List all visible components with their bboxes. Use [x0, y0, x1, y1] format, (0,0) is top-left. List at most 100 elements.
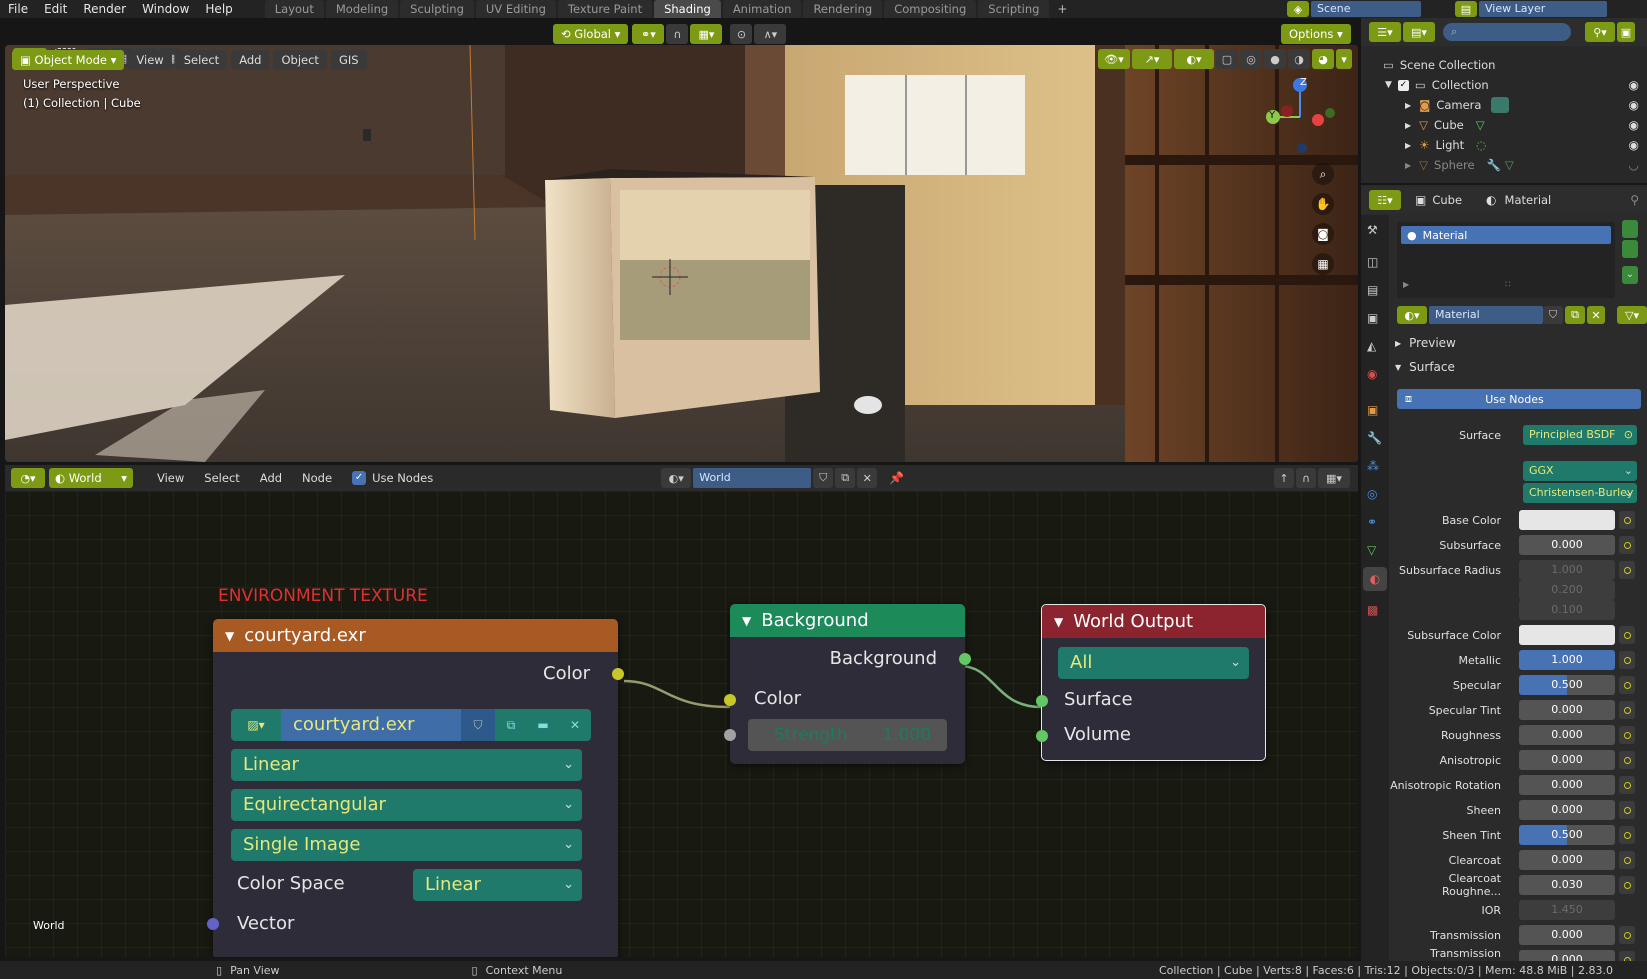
expand-icon[interactable]: ▶ [1405, 141, 1411, 150]
view-layer-tab-icon[interactable]: ▣ [1367, 311, 1383, 327]
pin-icon[interactable]: 📌 [889, 471, 904, 485]
world-name-field[interactable]: World [693, 468, 812, 488]
tab-rendering[interactable]: Rendering [803, 0, 883, 18]
outliner-row-light[interactable]: ▶ ☀ Light ◌ ◉ [1361, 135, 1647, 155]
env-node-header[interactable]: ▼ courtyard.exr [213, 619, 618, 652]
material-slot-row[interactable]: ● Material [1401, 226, 1611, 244]
add-workspace-icon[interactable]: + [1051, 2, 1073, 16]
node-editor-type-icon[interactable]: ◔▾ [11, 468, 45, 488]
preview-panel-header[interactable]: ▶ Preview [1395, 336, 1456, 350]
output-surface-socket[interactable] [1036, 695, 1048, 707]
tab-uv-editing[interactable]: UV Editing [475, 0, 556, 18]
particles-tab-icon[interactable]: ⁂ [1367, 459, 1383, 475]
prop-value-field[interactable]: 0.500 [1519, 825, 1615, 845]
tab-compositing[interactable]: Compositing [884, 0, 977, 18]
surface-panel-header[interactable]: ▼ Surface [1395, 360, 1455, 374]
image-unlink-icon[interactable]: ✕ [559, 709, 591, 741]
unlink-world-icon[interactable]: ✕ [857, 468, 878, 488]
snap-icon[interactable]: ∩ [666, 24, 689, 44]
socket-link-icon[interactable] [1619, 876, 1635, 894]
properties-type-icon[interactable]: ☷▾ [1369, 190, 1401, 210]
view-layer-icon[interactable]: ▤ [1455, 1, 1477, 17]
material-fake-user-icon[interactable]: ⛉ [1543, 306, 1563, 324]
remove-slot-button[interactable] [1622, 240, 1638, 258]
outliner-type-icon[interactable]: ☰▾ [1369, 22, 1401, 42]
socket-link-icon[interactable] [1619, 726, 1635, 744]
socket-link-icon[interactable] [1619, 651, 1635, 669]
prop-value-field[interactable]: 0.000 [1519, 850, 1615, 870]
collapse-icon[interactable]: ▼ [1054, 615, 1063, 629]
output-target-dropdown[interactable]: All ⌄ [1058, 647, 1249, 679]
proportional-edit-icon[interactable]: ⊙ [730, 24, 753, 44]
scene-tab-icon[interactable]: ◭ [1367, 339, 1383, 355]
prop-value-field[interactable]: 0.000 [1519, 535, 1615, 555]
prop-value-field[interactable]: 0.000 [1519, 925, 1615, 945]
prop-value-field[interactable]: 0.030 [1519, 875, 1615, 895]
pivot-icon[interactable]: ⚭▾ [632, 24, 665, 44]
pan-hand-icon[interactable]: ✋ [1312, 193, 1334, 215]
physics-tab-icon[interactable]: ◎ [1367, 487, 1383, 503]
background-node[interactable]: ▼ Background Background Color Strength 1… [724, 604, 971, 764]
tab-sculpting[interactable]: Sculpting [400, 0, 474, 18]
socket-link-icon[interactable] [1619, 926, 1635, 944]
environment-texture-node[interactable]: ▼ courtyard.exr Color ▨▾ courtyard.exr ⛉… [207, 619, 624, 957]
grid-view-icon[interactable]: ▦ [1312, 253, 1334, 275]
prop-value-field[interactable]: 0.000 [1519, 700, 1615, 720]
expand-icon[interactable]: ▼ [1385, 80, 1392, 90]
image-duplicate-icon[interactable]: ⧉ [495, 709, 527, 741]
mesh-data-icon[interactable]: ▽ [1476, 118, 1485, 132]
slot-menu-icon[interactable]: ⌄ [1622, 266, 1638, 284]
socket-link-icon[interactable] [1619, 801, 1635, 819]
source-dropdown[interactable]: Single Image ⌄ [231, 829, 582, 861]
socket-link-icon[interactable] [1619, 851, 1635, 869]
tab-shading[interactable]: Shading [654, 0, 721, 18]
visibility-icon[interactable]: 👁▾ [1098, 49, 1130, 69]
prop-value-field[interactable]: 0.200 [1519, 580, 1615, 600]
fake-user-icon[interactable]: ⛉ [813, 468, 834, 488]
menu-window[interactable]: Window [134, 0, 197, 18]
material-shading-icon[interactable]: ◑ [1288, 49, 1310, 69]
material-tab-icon[interactable]: ◐ [1363, 567, 1387, 591]
socket-link-icon[interactable] [1619, 536, 1635, 554]
camera-view-icon[interactable]: ◙ [1312, 223, 1334, 245]
world-output-node[interactable]: ▼ World Output All ⌄ Surface Volume [1036, 604, 1266, 761]
prop-value-field[interactable] [1519, 625, 1615, 645]
object-mode-dropdown[interactable]: ▣ Object Mode ▾ [12, 50, 125, 70]
prop-value-field[interactable]: 0.000 [1519, 750, 1615, 770]
outliner-search-input[interactable]: ⌕ [1443, 23, 1571, 41]
render-tab-icon[interactable]: ◫ [1367, 255, 1383, 271]
background-input-color-socket[interactable] [724, 694, 736, 706]
transform-orientation-dropdown[interactable]: ⟲ Global ▾ [553, 24, 629, 44]
surface-shader-field[interactable]: Principled BSDF ⊙ [1523, 425, 1637, 445]
background-output-socket[interactable] [959, 653, 971, 665]
strength-field[interactable]: Strength 1.000 [748, 719, 947, 751]
tool-tab-icon[interactable]: ⚒ [1367, 223, 1383, 239]
filter-icon[interactable]: ⚲▾ [1585, 22, 1615, 42]
view-layer-field[interactable]: View Layer [1479, 1, 1607, 17]
prop-value-field[interactable]: 0.000 [1519, 800, 1615, 820]
world-output-node-header[interactable]: ▼ World Output [1042, 605, 1265, 638]
env-output-color-socket[interactable] [612, 668, 624, 680]
image-name-field[interactable]: courtyard.exr [281, 709, 461, 741]
constraints-tab-icon[interactable]: ⚭ [1367, 515, 1383, 531]
output-volume-socket[interactable] [1036, 730, 1048, 742]
outliner-row-camera[interactable]: ▶ ◙ Camera ◉ [1361, 95, 1647, 115]
prop-value-field[interactable]: 1.000 [1519, 560, 1615, 580]
menu-help[interactable]: Help [197, 0, 240, 18]
viewport-menu-gis[interactable]: GIS [330, 50, 367, 70]
snap-target-icon[interactable]: ▦▾ [690, 24, 723, 44]
eye-hidden-icon[interactable]: ◡ [1629, 158, 1639, 172]
prop-value-field[interactable]: 0.500 [1519, 675, 1615, 695]
collapse-icon[interactable]: ▼ [742, 614, 751, 628]
tab-modeling[interactable]: Modeling [325, 0, 399, 18]
outliner-row-scene-collection[interactable]: ▭ Scene Collection [1361, 55, 1647, 75]
add-slot-button[interactable] [1622, 220, 1638, 238]
solid-shading-icon[interactable]: ● [1264, 49, 1286, 69]
eye-icon[interactable]: ◉ [1629, 78, 1639, 92]
shading-options-icon[interactable]: ▾ [1336, 49, 1352, 69]
3d-viewport[interactable]: User Perspective (1) Collection | Cube Z… [5, 45, 1358, 462]
options-dropdown[interactable]: Options ▾ [1281, 24, 1355, 44]
world-browse-icon[interactable]: ◐▾ [661, 468, 692, 488]
output-tab-icon[interactable]: ▤ [1367, 283, 1383, 299]
prop-value-field[interactable]: 0.000 [1519, 725, 1615, 745]
